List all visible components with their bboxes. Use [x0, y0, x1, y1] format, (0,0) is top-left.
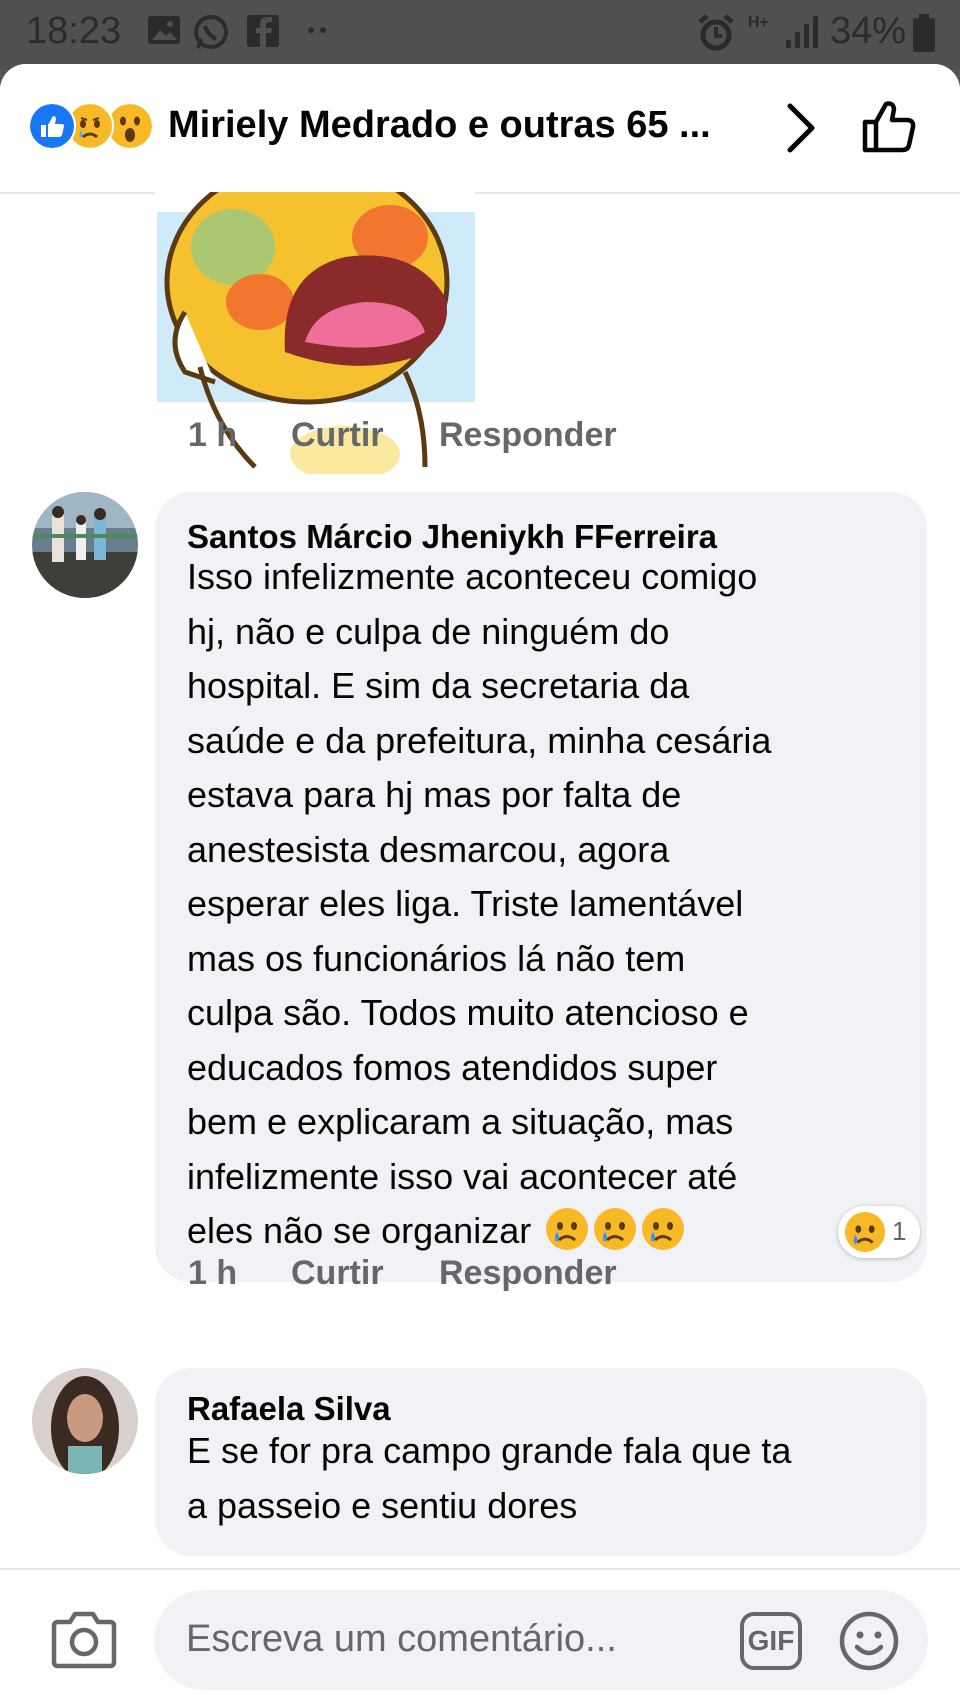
comment-line: educados fomos atendidos super	[187, 1046, 718, 1088]
comment-text: Isso infelizmente aconteceu comigo hj, n…	[187, 550, 771, 1259]
avatar[interactable]	[32, 1368, 138, 1474]
comment-line: hospital. E sim da secretaria da	[187, 665, 690, 706]
comment-text: E se for pra campo grande fala que ta a …	[187, 1424, 791, 1533]
comment-author[interactable]: Rafaela Silva	[187, 1390, 391, 1428]
battery-icon	[913, 14, 935, 52]
comment-line: a passeio e sentiu dores	[187, 1484, 578, 1526]
comment-line: estava para hj mas por falta de	[187, 774, 682, 815]
reactions-title[interactable]: Miriely Medrado e outras 65 ...	[168, 104, 711, 147]
comment-line: culpa são. Todos muito atencioso e	[187, 992, 749, 1033]
chevron-right-icon[interactable]	[776, 100, 826, 156]
like-icon	[28, 102, 76, 150]
like-comment-link[interactable]: Curtir	[291, 416, 384, 455]
emoji-icon[interactable]	[838, 1610, 900, 1672]
sad-tear-emoji	[594, 1208, 637, 1250]
comment-line: saúde e da prefeitura, minha cesária	[187, 719, 772, 761]
camera-icon[interactable]	[50, 1610, 118, 1670]
reactions-header[interactable]: Miriely Medrado e outras 65 ...	[0, 64, 960, 194]
gallery-icon	[148, 16, 180, 44]
reaction-count: 1	[892, 1216, 907, 1246]
avatar[interactable]	[32, 492, 138, 598]
alarm-icon	[698, 14, 734, 51]
comment-line: mas os funcionários lá não tem	[187, 937, 686, 979]
reply-comment-link[interactable]: Responder	[439, 1254, 617, 1293]
comment-input[interactable]: Escreva um comentário... GIF	[154, 1590, 928, 1690]
comment-last-line: eles não se organizar	[187, 1204, 771, 1259]
facebook-icon	[247, 15, 279, 47]
comment-composer: Escreva um comentário... GIF	[0, 1568, 960, 1706]
status-time: 18:23	[26, 10, 122, 52]
comment-line: bem e explicaram a situação, mas	[187, 1101, 734, 1142]
whatsapp-icon	[194, 15, 228, 49]
comment-line: E se for pra campo grande fala que ta	[187, 1430, 792, 1471]
sad-tear-emoji	[546, 1208, 589, 1250]
comment-line: hj, não e culpa de ninguém do	[187, 610, 670, 652]
comment-reaction-count[interactable]: 1	[838, 1206, 920, 1258]
comment-line: Isso infelizmente aconteceu comigo	[187, 556, 758, 597]
network-type: H+	[748, 14, 769, 31]
sad-icon	[844, 1211, 886, 1253]
gif-button[interactable]: GIF	[740, 1612, 802, 1670]
comment-time: 1 h	[188, 416, 238, 454]
signal-icon	[786, 16, 818, 48]
comment-bubble[interactable]: Rafaela Silva E se for pra campo grande …	[155, 1368, 927, 1556]
reply-comment-link[interactable]: Responder	[439, 416, 617, 455]
reaction-summary[interactable]	[28, 102, 158, 150]
like-comment-link[interactable]: Curtir	[291, 1254, 384, 1293]
comment-time: 1 h	[188, 1254, 238, 1292]
comment-placeholder: Escreva um comentário...	[186, 1618, 617, 1660]
battery-percent: 34%	[830, 10, 907, 52]
comment-line: anestesista desmarcou, agora	[187, 828, 670, 870]
comment-line: esperar eles liga. Triste lamentável	[187, 883, 744, 924]
comment-bubble[interactable]: Santos Márcio Jheniykh FFerreira Isso in…	[155, 492, 927, 1282]
like-button-icon[interactable]	[860, 96, 920, 156]
more-notifications-icon	[308, 27, 326, 33]
sad-tear-emoji	[642, 1208, 685, 1250]
comments-sheet: Miriely Medrado e outras 65 ... 1 h Curt…	[0, 64, 960, 1706]
comment-line: eles não se organizar	[187, 1210, 532, 1251]
status-bar: 18:23 H+ 34%	[0, 0, 960, 70]
comment-line: infelizmente isso vai acontecer até	[187, 1155, 738, 1197]
